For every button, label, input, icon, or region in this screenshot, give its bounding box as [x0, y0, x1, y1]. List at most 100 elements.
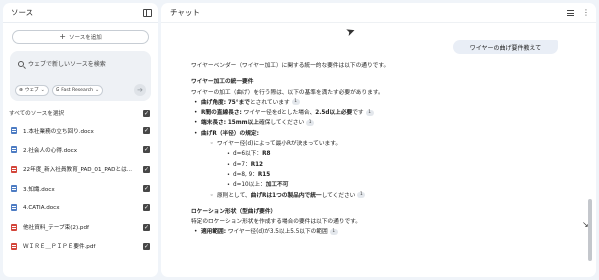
bullet-text: してください — [321, 192, 356, 199]
sources-title: ソース — [11, 8, 34, 17]
section-text: ワイヤーの加工（曲げ）を行う際は、以下の基準を満たす必要があります。 — [191, 89, 384, 96]
answer-bullet: 曲げR（半径）の規定: — [191, 129, 531, 140]
source-item[interactable]: ＷＩＲＥ＿ＰＩＰＥ要件.pdf ✓ — [3, 237, 158, 256]
tune-settings-icon[interactable] — [567, 9, 574, 16]
answer-bullet: 曲げ角度: 75°までとされています1 — [191, 98, 531, 108]
bullet-text: 原則として、 — [217, 192, 251, 199]
r-rule-value: R8 — [262, 151, 271, 158]
answer-sub-bullet: ワイヤー径(d)によって最小Rが決まっています。 — [191, 139, 531, 150]
chat-scrollbar[interactable] — [588, 199, 592, 261]
bullet-text: ワイヤー径(d)が3.5以上5.5以下の範囲 — [227, 229, 328, 236]
document-icon — [11, 146, 17, 154]
pdf-icon — [11, 165, 17, 173]
web-source-chip[interactable]: ⊕ ウェブ ⌄ — [15, 84, 49, 96]
answer-intro: ワイヤーベンダー（ワイヤー加工）に関する統一的な要件は以下の通りです。 — [191, 63, 390, 69]
collapse-panel-icon[interactable] — [143, 8, 152, 17]
source-checkbox[interactable]: ✓ — [143, 242, 150, 250]
sources-header: ソース — [3, 3, 158, 23]
source-search-box: ウェブで新しいソースを検索 ⊕ ウェブ ⌄ ᕮ Fast Research ⌄ … — [10, 51, 151, 101]
r-rule-value: 加工不可 — [265, 182, 289, 189]
bullet-text: 確保してください — [259, 120, 305, 127]
answer-bullet: R間の直線長さ: ワイヤー径をdとした場合、2.5d以上必要です1 — [191, 108, 531, 119]
source-name: ＷＩＲＥ＿ＰＩＰＥ要件.pdf — [23, 244, 96, 251]
citation-chip[interactable]: 1 — [365, 109, 374, 116]
bullet-value: 15mm以上 — [227, 120, 259, 127]
chat-title: チャット — [170, 8, 200, 17]
source-name: 3.知識.docx — [23, 186, 55, 193]
citation-chip[interactable]: 1 — [329, 228, 338, 235]
select-all-row[interactable]: すべてのソースを選択 ✓ — [3, 109, 158, 117]
bullet-text: です — [352, 110, 364, 117]
source-name: 4.CATIA.docx — [23, 204, 60, 211]
answer-sub-bullet: 原則として、曲げRは1つの製品内で統一してください1 — [191, 191, 531, 201]
citation-chip[interactable]: 1 — [306, 119, 315, 126]
section-text: 特定のロケーション形状を作成する場合の要件は以下の通りです。 — [191, 219, 361, 226]
r-rule-cond: d=10以上： — [233, 182, 266, 189]
source-item[interactable]: 他社資料_テープ束(2).pdf ✓ — [3, 217, 158, 236]
search-input[interactable]: ウェブで新しいソースを検索 — [28, 59, 106, 68]
r-rule-item: d=7：R12 — [191, 160, 531, 171]
document-icon — [11, 185, 17, 193]
source-checkbox[interactable]: ✓ — [143, 204, 150, 212]
chat-header: チャット ⋮ — [161, 3, 596, 23]
answer-bullet: 適用範囲: ワイヤー径(d)が3.5以上5.5以下の範囲1 — [191, 227, 531, 238]
bullet-label: 適用範囲: — [201, 229, 227, 236]
r-rule-item: d=8, 9：R15 — [191, 170, 531, 181]
source-item[interactable]: 4.CATIA.docx ✓ — [3, 198, 158, 217]
source-item[interactable]: 2.社会人の心得.docx ✓ — [3, 140, 158, 159]
user-message-bubble: ワイヤーの曲げ要件教えて — [453, 40, 558, 54]
r-rule-value: R15 — [257, 171, 271, 178]
r-rule-value: R12 — [250, 161, 263, 168]
bullet-label: 端末長さ: — [201, 120, 227, 127]
pdf-icon — [11, 223, 17, 231]
pdf-icon — [11, 242, 17, 250]
add-source-label: ソースを追加 — [68, 35, 102, 41]
r-rule-cond: d=7： — [233, 161, 251, 168]
source-item[interactable]: 1.本社業務の立ち回り.docx ✓ — [3, 121, 158, 140]
submit-search-button[interactable]: ➔ — [134, 84, 146, 96]
source-name: 他社資料_テープ束(2).pdf — [23, 225, 89, 232]
section-heading: ロケーション形状（型曲げ要件） — [191, 208, 277, 215]
bullet-value: 2.5d以上必要 — [315, 110, 353, 117]
add-source-button[interactable]: + ソースを追加 — [12, 30, 149, 44]
document-icon — [11, 127, 17, 135]
chevron-down-icon: ⌄ — [40, 87, 45, 93]
search-icon — [18, 60, 24, 67]
bullet-text: とされています — [249, 99, 290, 106]
select-all-label: すべてのソースを選択 — [9, 111, 65, 117]
bullet-value: 75°まで — [227, 99, 250, 106]
source-item[interactable]: 3.知識.docx ✓ — [3, 179, 158, 198]
source-name: 2.社会人の心得.docx — [23, 147, 78, 154]
select-all-checkbox[interactable]: ✓ — [143, 109, 150, 117]
mouse-cursor-icon: ➤ — [344, 23, 358, 40]
answer-bullet: 端末長さ: 15mm以上確保してください1 — [191, 118, 531, 129]
source-name: 1.本社業務の立ち回り.docx — [23, 128, 94, 135]
source-checkbox[interactable]: ✓ — [143, 223, 150, 231]
more-options-icon[interactable]: ⋮ — [582, 8, 590, 17]
source-checkbox[interactable]: ✓ — [143, 185, 150, 193]
bullet-value: 曲げRは1つの製品内で統一 — [250, 192, 322, 199]
research-mode-chip[interactable]: ᕮ Fast Research ⌄ — [51, 84, 104, 96]
chevron-down-icon: ⌄ — [95, 87, 100, 93]
sources-panel: ソース + ソースを追加 ウェブで新しいソースを検索 ⊕ ウェブ ⌄ ᕮ Fas… — [3, 3, 158, 277]
r-rule-cond: d=6以下： — [233, 151, 263, 158]
chat-panel: チャット ⋮ ➤ ワイヤーの曲げ要件教えて ワイヤーベンダー（ワイヤー加工）に関… — [161, 3, 596, 277]
assistant-answer: ワイヤーベンダー（ワイヤー加工）に関する統一的な要件は以下の通りです。 ワイヤー… — [191, 61, 531, 238]
citation-chip[interactable]: 1 — [291, 99, 300, 106]
app-window: ソース + ソースを追加 ウェブで新しいソースを検索 ⊕ ウェブ ⌄ ᕮ Fas… — [0, 0, 599, 280]
citation-chip[interactable]: 1 — [357, 192, 366, 199]
research-chip-label: Fast Research — [61, 87, 94, 93]
source-list: 1.本社業務の立ち回り.docx ✓ 2.社会人の心得.docx ✓ 22年度_… — [3, 121, 158, 256]
bullet-label: 曲げ角度: — [201, 99, 227, 106]
resize-cursor-icon: ↘ — [582, 220, 589, 229]
source-checkbox[interactable]: ✓ — [143, 127, 150, 135]
source-name: 22年度_新入社員教育_PAD_01_PADとは... — [23, 167, 132, 174]
document-icon — [11, 204, 17, 212]
bullet-label: R間の直線長さ: — [201, 110, 242, 117]
section-heading: ワイヤー加工の統一要件 — [191, 79, 254, 86]
r-rule-item: d=10以上：加工不可 — [191, 180, 531, 191]
source-checkbox[interactable]: ✓ — [143, 146, 150, 154]
bullet-text: ワイヤー径をdとした場合、 — [243, 110, 316, 117]
source-checkbox[interactable]: ✓ — [143, 165, 150, 173]
source-item[interactable]: 22年度_新入社員教育_PAD_01_PADとは... ✓ — [3, 160, 158, 179]
